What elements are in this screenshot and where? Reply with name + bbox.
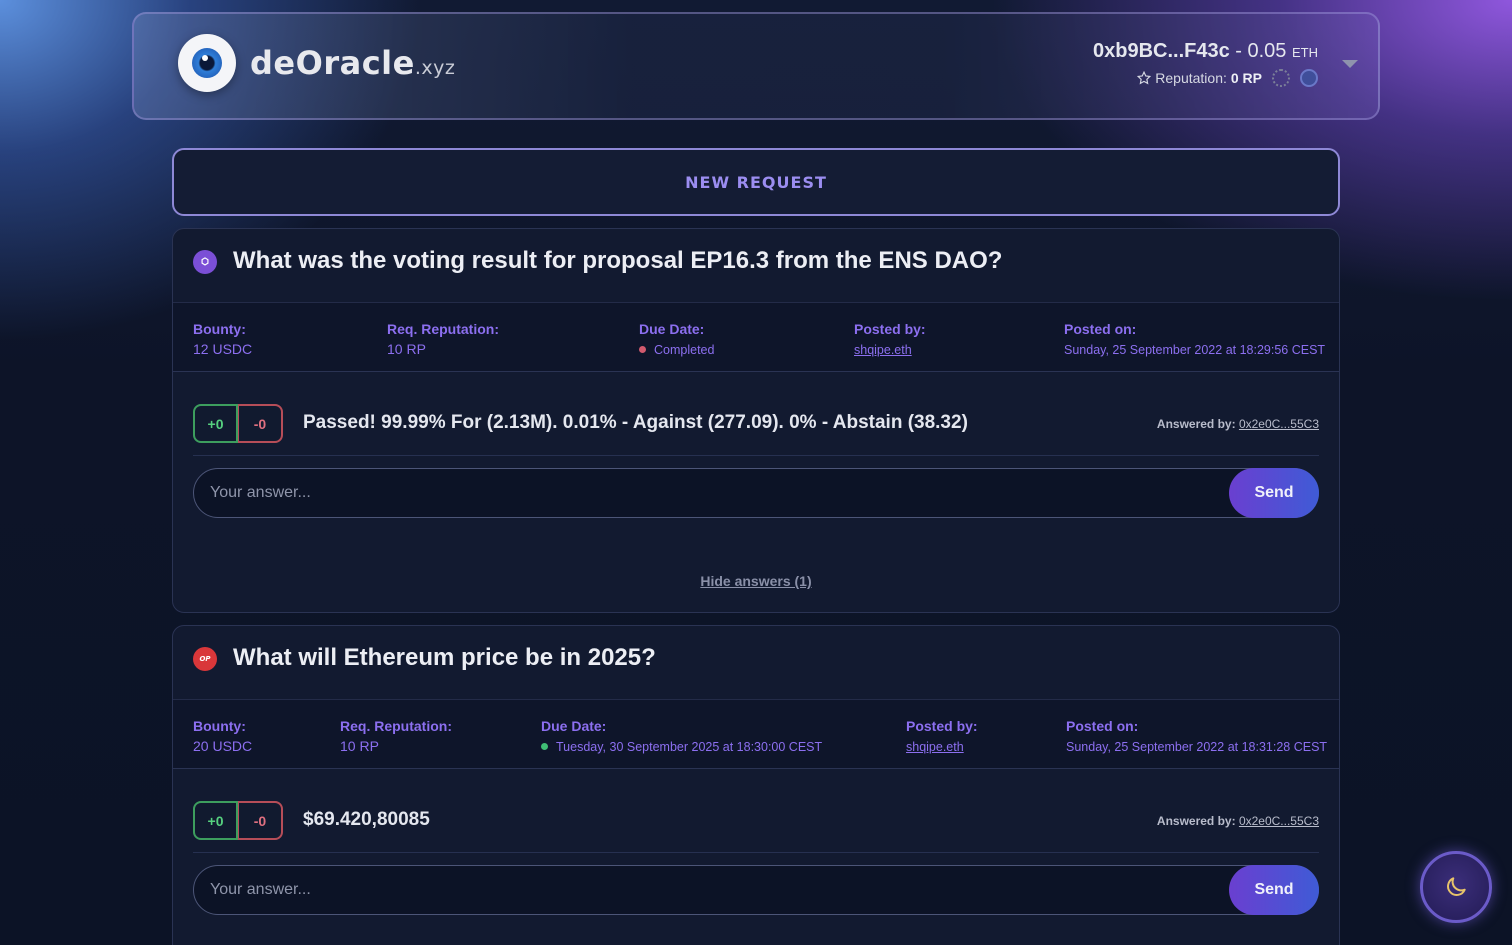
star-icon — [1137, 71, 1152, 85]
bounty-label: Bounty: — [193, 321, 246, 337]
answered-by-link[interactable]: 0x2e0C...55C3 — [1239, 814, 1319, 828]
optimism-icon: OP — [193, 647, 217, 671]
posted-by-link[interactable]: shqipe.eth — [854, 343, 912, 357]
eye-logo-icon[interactable] — [178, 34, 236, 92]
theme-toggle-button[interactable] — [1420, 851, 1492, 923]
request-title[interactable]: What was the voting result for proposal … — [233, 247, 1002, 275]
request-title[interactable]: What will Ethereum price be in 2025? — [233, 644, 656, 672]
moon-icon — [1447, 877, 1466, 896]
chevron-down-icon[interactable] — [1342, 60, 1358, 68]
due-date-label: Due Date: — [639, 321, 705, 337]
answer-item: +0 -0 Passed! 99.99% For (2.13M). 0.01% … — [193, 372, 1319, 456]
answer-input[interactable] — [193, 468, 1319, 518]
req-reputation-value: 10 RP — [340, 738, 379, 754]
due-date-value: Completed — [654, 343, 715, 357]
answered-by-label: Answered by: — [1156, 417, 1236, 431]
wallet-balance: 0.05 — [1247, 40, 1287, 62]
req-reputation-label: Req. Reputation: — [387, 321, 499, 337]
answer-item: +0 -0 $69.420,80085 Answered by: 0x2e0C.… — [193, 769, 1319, 853]
account-menu[interactable]: 0xb9BC...F43c - 0.05 ETH Reputation: 0 R… — [1093, 40, 1318, 87]
downvote-button[interactable]: -0 — [238, 801, 283, 840]
status-dot — [639, 346, 646, 353]
balance-unit: ETH — [1292, 45, 1318, 60]
posted-on-value: Sunday, 25 September 2022 at 18:29:56 CE… — [1064, 343, 1326, 357]
answer-text: $69.420,80085 — [303, 809, 430, 830]
brand-name: deOracle — [250, 44, 415, 82]
brand-tld: .xyz — [414, 57, 456, 79]
request-card: What was the voting result for proposal … — [172, 228, 1340, 613]
answered-by-label: Answered by: — [1156, 814, 1236, 828]
vote-group: +0 -0 — [193, 801, 283, 840]
app-header: deOracle.xyz 0xb9BC...F43c - 0.05 ETH Re… — [132, 12, 1380, 120]
send-button[interactable]: Send — [1229, 865, 1319, 915]
bounty-value: 20 USDC — [193, 738, 253, 754]
due-date-value: Tuesday, 30 September 2025 at 18:30:00 C… — [556, 740, 823, 754]
posted-on-value: Sunday, 25 September 2022 at 18:31:28 CE… — [1066, 740, 1328, 754]
send-button[interactable]: Send — [1229, 468, 1319, 518]
request-meta: Bounty: 20 USDC Req. Reputation: 10 RP D… — [173, 700, 1339, 769]
request-card: OP What will Ethereum price be in 2025? … — [172, 625, 1340, 945]
network-icon[interactable] — [1300, 69, 1318, 87]
posted-by-link[interactable]: shqipe.eth — [906, 740, 964, 754]
settings-gear-icon[interactable] — [1272, 69, 1290, 87]
downvote-button[interactable]: -0 — [238, 404, 283, 443]
bounty-value: 12 USDC — [193, 341, 253, 357]
polygon-icon — [193, 250, 217, 274]
posted-on-label: Posted on: — [1066, 718, 1139, 734]
due-date-label: Due Date: — [541, 718, 607, 734]
request-meta: Bounty: 12 USDC Req. Reputation: 10 RP D… — [173, 303, 1339, 372]
answered-by-link[interactable]: 0x2e0C...55C3 — [1239, 417, 1319, 431]
req-reputation-value: 10 RP — [387, 341, 426, 357]
answer-text: Passed! 99.99% For (2.13M). 0.01% - Agai… — [303, 412, 968, 433]
posted-on-label: Posted on: — [1064, 321, 1137, 337]
posted-by-label: Posted by: — [906, 718, 978, 734]
posted-by-label: Posted by: — [854, 321, 926, 337]
status-dot — [541, 743, 548, 750]
upvote-button[interactable]: +0 — [193, 801, 238, 840]
brand-logo[interactable]: deOracle.xyz — [250, 44, 455, 82]
bounty-label: Bounty: — [193, 718, 246, 734]
upvote-button[interactable]: +0 — [193, 404, 238, 443]
reputation-value: 0 RP — [1230, 70, 1262, 86]
reputation-label: Reputation: — [1155, 70, 1227, 86]
new-request-button[interactable]: NEW REQUEST — [172, 148, 1340, 216]
wallet-address: 0xb9BC...F43c — [1092, 40, 1230, 62]
req-reputation-label: Req. Reputation: — [340, 718, 452, 734]
vote-group: +0 -0 — [193, 404, 283, 443]
answer-input[interactable] — [193, 865, 1319, 915]
hide-answers-link[interactable]: Hide answers (1) — [173, 573, 1339, 589]
